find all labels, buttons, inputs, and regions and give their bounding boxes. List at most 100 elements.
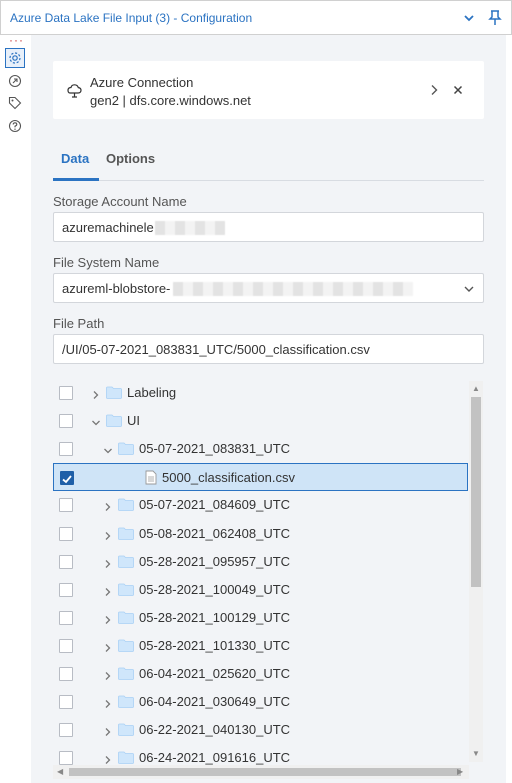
chevron-right-icon[interactable] [103,724,113,737]
redacted-text [155,221,225,235]
tree-item-label: 06-04-2021_025620_UTC [139,666,291,681]
help-icon[interactable] [5,116,25,136]
settings-icon[interactable] [5,48,25,68]
tree-item-label: 06-24-2021_091616_UTC [139,750,291,766]
folder-icon [118,442,134,456]
tab-options[interactable]: Options [106,151,155,166]
tree-checkbox[interactable] [59,667,73,681]
chevron-down-icon [463,283,475,295]
tree-folder-row[interactable]: 06-22-2021_040130_UTC [53,716,468,744]
csv-file-icon [145,470,157,485]
tree-checkbox[interactable] [59,526,73,541]
chevron-right-icon[interactable] [103,584,113,596]
folder-icon [118,751,134,765]
redacted-text [173,282,413,296]
tree-item-label: 05-28-2021_100049_UTC [139,581,291,597]
connection-card[interactable]: Azure Connection gen2 | dfs.core.windows… [53,61,484,119]
folder-icon [118,723,134,737]
close-icon[interactable] [451,83,465,97]
side-rail: ··· [0,34,31,783]
connection-title: Azure Connection [90,75,194,90]
file-path-input[interactable]: /UI/05-07-2021_083831_UTC/5000_classific… [53,334,484,364]
chevron-right-icon[interactable] [103,556,113,568]
folder-icon [118,611,134,624]
tree-folder-row[interactable]: Labeling [53,379,468,407]
chevron-right-icon[interactable] [103,752,113,765]
tree-item-label: 5000_classification.csv [162,470,295,486]
chevron-right-icon[interactable] [91,387,101,399]
tree-item-label: 05-07-2021_083831_UTC [139,441,291,457]
scroll-up-icon[interactable]: ▲ [472,385,480,393]
window-title-bar: Azure Data Lake File Input (3) - Configu… [0,0,512,35]
storage-account-value: azuremachinele [62,220,154,235]
tree-checkbox[interactable] [60,471,74,486]
tree-checkbox[interactable] [59,498,73,513]
tree-folder-row[interactable]: 05-07-2021_083831_UTC [53,435,468,463]
chevron-right-icon[interactable] [103,528,113,540]
connections-icon[interactable] [5,71,25,91]
tree-checkbox[interactable] [59,638,73,653]
chevron-right-icon[interactable] [427,83,441,97]
vertical-scrollbar[interactable]: ▲ ▼ [469,381,483,762]
tree-checkbox[interactable] [59,723,73,738]
storage-account-input[interactable]: azuremachinele [53,212,484,242]
chevron-down-icon[interactable] [103,443,113,454]
pin-icon[interactable] [485,8,505,28]
more-dots-icon[interactable]: ··· [9,34,24,46]
file-path-value: /UI/05-07-2021_083831_UTC/5000_classific… [62,342,370,357]
tree-folder-row[interactable]: 06-04-2021_030649_UTC [53,688,468,716]
chevron-right-icon[interactable] [103,640,113,652]
folder-icon [118,583,134,596]
tag-icon[interactable] [5,93,25,113]
folder-icon [118,498,134,512]
tree-item-label: UI [127,413,140,429]
tree-folder-row[interactable]: 05-28-2021_095957_UTC [53,548,468,576]
tree-checkbox[interactable] [59,695,73,710]
chevron-down-icon[interactable] [459,8,479,28]
tree-item-label: 05-28-2021_095957_UTC [139,553,291,569]
chevron-down-icon[interactable] [91,415,101,426]
folder-icon [118,695,134,708]
connection-subtitle: gen2 | dfs.core.windows.net [90,93,251,108]
tree-checkbox[interactable] [59,751,73,766]
tree-item-label: 06-22-2021_040130_UTC [139,722,291,738]
file-system-select[interactable]: azureml-blobstore- [53,273,484,303]
tree-file-row[interactable]: 5000_classification.csv [53,463,468,492]
chevron-right-icon[interactable] [103,612,113,624]
tree-folder-row[interactable]: 05-28-2021_101330_UTC [53,632,468,660]
chevron-right-icon[interactable] [103,696,113,709]
tree-item-label: 05-28-2021_101330_UTC [139,637,291,653]
window-edge [506,35,512,783]
scroll-left-icon[interactable]: ◀ [57,768,63,776]
chevron-right-icon[interactable] [103,668,113,680]
tree-folder-row[interactable]: UI [53,407,468,435]
scroll-down-icon[interactable]: ▼ [472,750,480,758]
folder-icon [118,667,134,680]
folder-icon [118,639,134,652]
tree-checkbox[interactable] [59,610,73,625]
tree-folder-row[interactable]: 05-28-2021_100129_UTC [53,604,468,632]
horizontal-scrollbar[interactable]: ◀ ▶ [53,765,469,779]
file-tree: Labeling UI 05-07-2021_083831_UTC 5000_clas… [53,379,484,783]
chevron-right-icon[interactable] [103,499,113,512]
tree-item-label: 05-07-2021_084609_UTC [139,497,291,513]
tree-folder-row[interactable]: 05-08-2021_062408_UTC [53,520,468,548]
folder-icon [106,386,122,399]
storage-account-label: Storage Account Name [53,194,187,209]
tree-checkbox[interactable] [59,582,73,597]
tree-item-label: 05-28-2021_100129_UTC [139,609,291,625]
tree-checkbox[interactable] [59,554,73,569]
cloud-connection-icon [65,82,83,100]
tree-folder-row[interactable]: 05-28-2021_100049_UTC [53,576,468,604]
window-title: Azure Data Lake File Input (3) - Configu… [10,11,253,25]
tree-item-label: 05-08-2021_062408_UTC [139,525,291,541]
tree-checkbox[interactable] [59,442,73,457]
tab-data[interactable]: Data [61,151,89,166]
scroll-right-icon[interactable]: ▶ [457,768,463,776]
tree-folder-row[interactable]: 05-07-2021_084609_UTC [53,491,468,519]
tree-folder-row[interactable]: 06-04-2021_025620_UTC [53,660,468,688]
tree-checkbox[interactable] [59,386,73,400]
horizontal-scroll-thumb[interactable] [69,768,461,776]
tree-checkbox[interactable] [59,414,73,429]
vertical-scroll-thumb[interactable] [471,397,481,587]
